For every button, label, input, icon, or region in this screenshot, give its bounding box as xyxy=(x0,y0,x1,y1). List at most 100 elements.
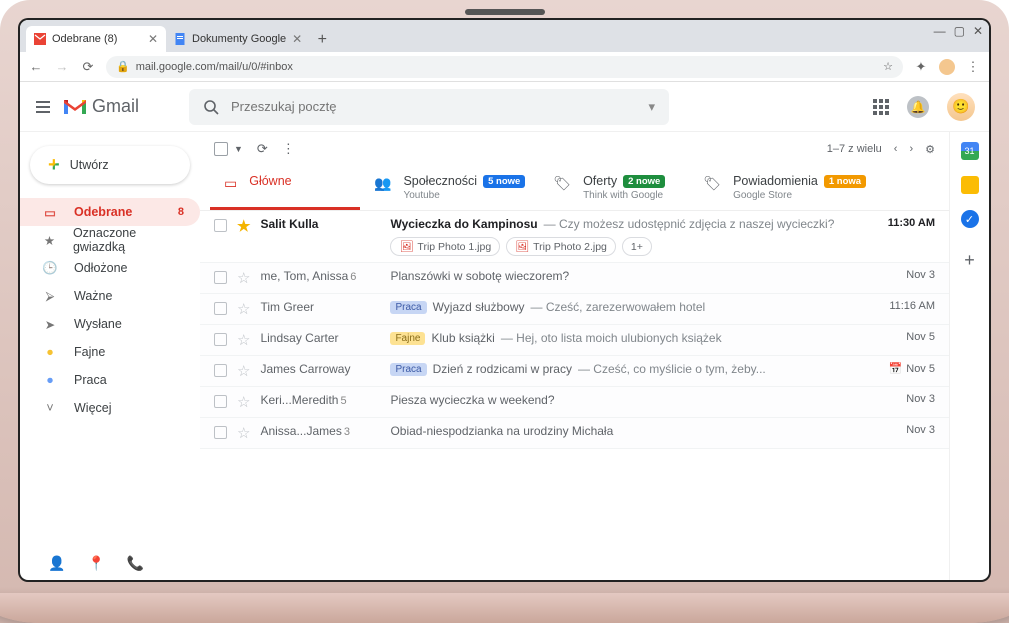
email-subject: Klub książki xyxy=(431,331,494,345)
sidebar-item-label: Więcej xyxy=(74,401,112,415)
new-tab-button[interactable]: + xyxy=(310,28,334,52)
next-page-icon[interactable]: › xyxy=(909,143,913,155)
select-all-checkbox[interactable] xyxy=(214,142,228,156)
gmail-logo[interactable]: Gmail xyxy=(62,96,139,117)
email-checkbox[interactable] xyxy=(214,426,227,439)
new-count-badge: 5 nowe xyxy=(483,175,525,188)
email-sender: me, Tom, Anissa6 xyxy=(260,269,380,283)
email-date: Nov 3 xyxy=(906,269,935,281)
browser-tab-docs[interactable]: Dokumenty Google ✕ xyxy=(166,26,310,52)
browser-tab-gmail[interactable]: Odebrane (8) ✕ xyxy=(26,26,166,52)
star-icon[interactable]: ★ xyxy=(237,217,250,235)
sidebar-item-fajne[interactable]: ● Fajne xyxy=(20,338,200,366)
product-name: Gmail xyxy=(92,96,139,117)
email-row[interactable]: ☆ me, Tom, Anissa6 Planszówki w sobotę w… xyxy=(200,263,949,294)
address-bar[interactable]: 🔒 mail.google.com/mail/u/0/#inbox ☆ xyxy=(106,56,903,78)
search-options-icon[interactable]: ▾ xyxy=(648,99,655,115)
category-tab-społeczności[interactable]: 👥 Społeczności 5 nowe Youtube xyxy=(360,166,539,210)
tasks-addon-icon[interactable]: ✓ xyxy=(961,210,979,228)
bookmark-icon[interactable]: ☆ xyxy=(883,60,893,73)
back-icon[interactable]: ← xyxy=(28,59,44,74)
calendar-addon-icon[interactable]: 31 xyxy=(961,142,979,160)
keep-addon-icon[interactable] xyxy=(961,176,979,194)
profile-chip-icon[interactable] xyxy=(939,59,955,75)
sidebar-item-odłożone[interactable]: 🕒 Odłożone xyxy=(20,254,200,282)
extensions-icon[interactable]: ✦ xyxy=(913,59,929,75)
category-tab-główne[interactable]: ▭ Główne xyxy=(210,166,360,210)
account-avatar[interactable]: 🙂 xyxy=(947,93,975,121)
tab-close-icon[interactable]: ✕ xyxy=(148,32,158,46)
maximize-icon[interactable]: ▢ xyxy=(954,24,965,38)
sidebar-footer: 👤 📍 📞 xyxy=(20,547,200,580)
star-icon[interactable]: ☆ xyxy=(237,424,250,442)
email-date: Nov 3 xyxy=(906,393,935,405)
attachment-chip[interactable]: 🖼Trip Photo 2.jpg xyxy=(506,237,616,256)
star-icon[interactable]: ☆ xyxy=(237,331,250,349)
spaces-icon[interactable]: 📍 xyxy=(87,555,104,572)
main: ▼ ⟳ ⋮ 1–7 z wielu ‹ › ⚙ ▭ Główne 👥 xyxy=(200,132,949,580)
star-icon[interactable]: ☆ xyxy=(237,393,250,411)
attachment-more-chip[interactable]: 1+ xyxy=(622,237,652,256)
settings-gear-icon[interactable]: ⚙ xyxy=(925,143,935,156)
email-date: 11:30 AM xyxy=(888,217,935,229)
close-icon[interactable]: ✕ xyxy=(973,24,983,38)
sidebar-item-praca[interactable]: ● Praca xyxy=(20,366,200,394)
refresh-icon[interactable]: ⟳ xyxy=(257,141,268,157)
inbox-icon: ▭ xyxy=(224,175,237,192)
search-input[interactable] xyxy=(231,99,636,114)
email-checkbox[interactable] xyxy=(214,271,227,284)
minimize-icon[interactable]: — xyxy=(934,24,946,38)
email-subject: Dzień z rodzicami w pracy xyxy=(433,362,572,376)
compose-label: Utwórz xyxy=(70,158,109,172)
main-menu-icon[interactable] xyxy=(34,98,52,116)
google-apps-icon[interactable] xyxy=(873,99,889,115)
select-menu-caret-icon[interactable]: ▼ xyxy=(234,144,243,154)
email-sender: Salit Kulla xyxy=(260,217,380,231)
search-box[interactable]: ▾ xyxy=(189,89,669,125)
email-row[interactable]: ☆ Anissa...James3 Obiad-niespodzianka na… xyxy=(200,418,949,449)
email-row[interactable]: ★ Salit Kulla Wycieczka do Kampinosu — C… xyxy=(200,211,949,263)
email-checkbox[interactable] xyxy=(214,395,227,408)
email-snippet: — Czy możesz udostępnić zdjęcia z naszej… xyxy=(544,217,835,231)
get-addons-icon[interactable]: + xyxy=(964,250,975,271)
notifications-icon[interactable]: 🔔 xyxy=(907,96,929,118)
sidebar-item-ważne[interactable]: ⮚ Ważne xyxy=(20,282,200,310)
compose-button[interactable]: + Utwórz xyxy=(30,146,190,184)
chrome-menu-icon[interactable]: ⋮ xyxy=(965,59,981,75)
more-icon: ˅ xyxy=(42,401,58,415)
sidebar-item-oznaczone-gwiazdką[interactable]: ★ Oznaczone gwiazdką xyxy=(20,226,200,254)
toolbar: ▼ ⟳ ⋮ 1–7 z wielu ‹ › ⚙ xyxy=(200,132,949,166)
right-side-panel: 31 ✓ + xyxy=(949,132,989,580)
star-icon[interactable]: ☆ xyxy=(237,300,250,318)
phone-icon[interactable]: 📞 xyxy=(127,555,144,572)
forward-icon[interactable]: → xyxy=(54,59,70,74)
category-tab-oferty[interactable]: 🏷 Oferty 2 nowe Think with Google xyxy=(539,166,689,210)
sidebar-item-wysłane[interactable]: ➤ Wysłane xyxy=(20,310,200,338)
star-icon: ★ xyxy=(42,233,57,248)
email-row[interactable]: ☆ Lindsay Carter FajneKlub książki — Hej… xyxy=(200,325,949,356)
gmail-logo-icon xyxy=(62,97,88,117)
email-row[interactable]: ☆ Tim Greer PracaWyjazd służbowy — Cześć… xyxy=(200,294,949,325)
contacts-icon[interactable]: 👤 xyxy=(48,555,65,572)
more-actions-icon[interactable]: ⋮ xyxy=(282,141,295,157)
reload-icon[interactable]: ⟳ xyxy=(80,59,96,75)
email-row[interactable]: ☆ James Carroway PracaDzień z rodzicami … xyxy=(200,356,949,387)
sidebar-item-count: 8 xyxy=(178,206,184,218)
star-icon[interactable]: ☆ xyxy=(237,362,250,380)
sidebar-item-więcej[interactable]: ˅ Więcej xyxy=(20,394,200,422)
browser-chrome: — ▢ ✕ Odebrane (8) ✕ Dokumenty Google ✕ … xyxy=(20,20,989,82)
email-row[interactable]: ☆ Keri...Meredith5 Piesza wycieczka w we… xyxy=(200,387,949,418)
email-checkbox[interactable] xyxy=(214,333,227,346)
attachment-chip[interactable]: 🖼Trip Photo 1.jpg xyxy=(390,237,500,256)
category-tab-powiadomienia[interactable]: 🏷 Powiadomienia 1 nowa Google Store xyxy=(689,166,880,210)
sidebar-item-odebrane[interactable]: ▭ Odebrane 8 xyxy=(20,198,200,226)
email-checkbox[interactable] xyxy=(214,302,227,315)
star-icon[interactable]: ☆ xyxy=(237,269,250,287)
search-icon xyxy=(203,99,219,115)
email-checkbox[interactable] xyxy=(214,364,227,377)
email-subject: Wycieczka do Kampinosu xyxy=(390,217,537,231)
sidebar-item-label: Praca xyxy=(74,373,107,387)
prev-page-icon[interactable]: ‹ xyxy=(894,143,898,155)
tab-close-icon[interactable]: ✕ xyxy=(292,32,302,46)
email-checkbox[interactable] xyxy=(214,219,227,232)
